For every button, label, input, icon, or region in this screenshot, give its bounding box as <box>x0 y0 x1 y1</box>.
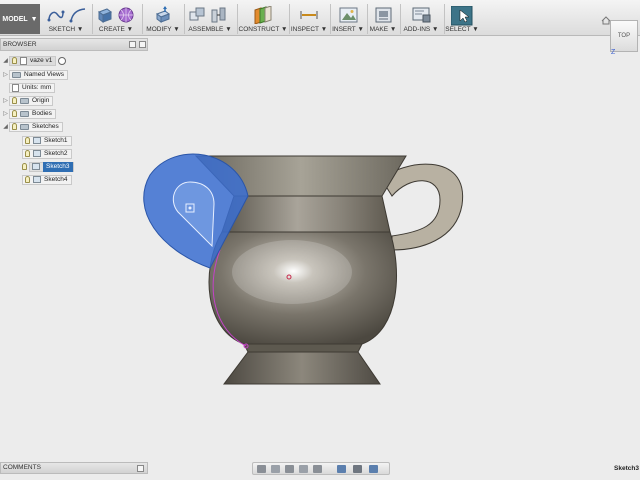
profile-center-dot <box>188 206 192 210</box>
zoom-icon[interactable] <box>299 465 308 473</box>
orbit-icon[interactable] <box>257 465 266 473</box>
comments-title: COMMENTS <box>3 464 41 471</box>
active-sketch-status: Sketch3 <box>614 465 639 472</box>
grid-settings-icon[interactable] <box>353 465 362 473</box>
look-at-icon[interactable] <box>271 465 280 473</box>
fit-icon[interactable] <box>313 465 322 473</box>
handle-body[interactable] <box>381 163 464 251</box>
viewports-icon[interactable] <box>369 465 378 473</box>
foot-body[interactable] <box>223 351 381 385</box>
pan-icon[interactable] <box>285 465 294 473</box>
navigation-bar <box>252 462 390 475</box>
specular-highlight <box>232 240 352 304</box>
model-viewport[interactable] <box>0 0 640 480</box>
neck-body[interactable] <box>221 195 391 233</box>
display-settings-icon[interactable] <box>337 465 346 473</box>
comments-panel-header[interactable]: COMMENTS <box>0 462 148 474</box>
expand-comments-icon[interactable] <box>137 465 144 472</box>
collar-body[interactable] <box>243 343 363 353</box>
